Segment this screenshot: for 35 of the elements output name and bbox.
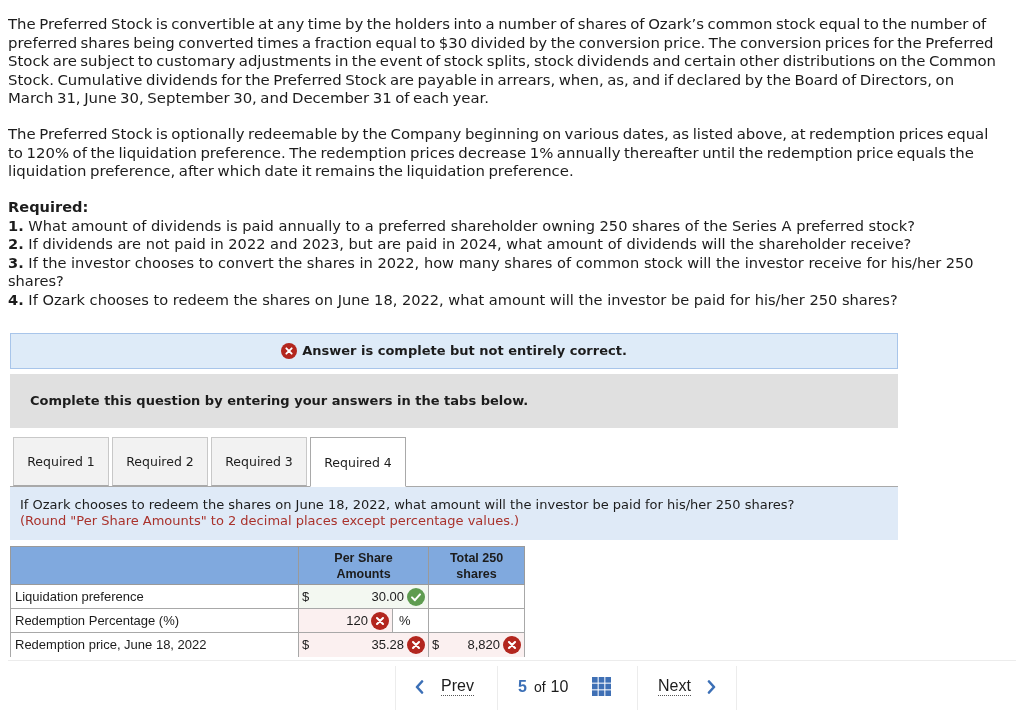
tab[interactable]: Required 3 (211, 437, 307, 486)
currency-symbol: $ (432, 637, 440, 653)
tab[interactable]: Required 2 (112, 437, 208, 486)
currency-symbol: $ (302, 637, 310, 653)
next-link[interactable]: Next (658, 677, 716, 696)
answer-field[interactable]: 35.28 (309, 637, 407, 653)
page-of-label: of (533, 678, 546, 695)
row-label: Redemption price, June 18, 2022 (10, 632, 299, 657)
chevron-right-icon (706, 679, 716, 694)
question-item: 2. If dividends are not paid in 2022 and 2023, but are paid in 2024, what amount of dividends will the shareholder receive? (8, 235, 913, 254)
grid-icon[interactable] (592, 677, 612, 696)
answer-field[interactable]: 30.00 (309, 589, 407, 604)
current-page: 5 (518, 677, 527, 696)
section-heading: Required: (8, 198, 90, 217)
question-item: 4. If Ozark chooses to redeem the shares on June 18, 2022, what amount will the investor be paid for his/her 250 shares? (8, 290, 899, 309)
tab[interactable]: Required 1 (13, 437, 109, 486)
row-label: Redemption Percentage (%) (10, 608, 299, 633)
row-label: Liquidation preference (10, 584, 299, 609)
question-item: 1. What amount of dividends is paid annually to a preferred shareholder owning 250 shares of the Series A preferred stock? (8, 216, 916, 235)
paragraph: The Preferred Stock is optionally redeemable by the Company beginning on various dates, as listed above, at redemption prices equal to 120% of the liquidation preference. The redemption prices decrease 1% annually thereafter until the redemption price equals the liquidation preference, after which date it remains the liquidation preference. (8, 125, 990, 181)
column-header: Per Share Amounts (298, 546, 429, 585)
page-total: 10 (550, 677, 569, 696)
currency-symbol: $ (302, 589, 310, 604)
feedback-message: Answer is complete but not entirely correct. (302, 343, 627, 359)
question-item: 3. If the investor chooses to convert the shares in 2022, how many shares of common stock will the investor receive for his/her 250 shares? (8, 253, 975, 291)
chevron-left-icon (415, 679, 424, 694)
answer-field[interactable]: 8,820 (439, 637, 503, 653)
prev-link[interactable]: Prev (415, 677, 474, 696)
instruction-text: Complete this question by entering your answers in the tabs below. (30, 393, 529, 409)
unit-label: % (398, 613, 411, 628)
tab[interactable]: Required 4 (310, 437, 406, 487)
column-header: Total 250 shares (428, 546, 525, 585)
paragraph: The Preferred Stock is convertible at any time by the holders into a number of shares of Ozark’s common stock equal to the number of preferred shares being converted times a fraction equal to $30 divided by the conversion price. The conversion prices for the Preferred Stock are subject to customary adjustments in the event of stock splits, stock dividends and certain other distributions on the Common Stock. Cumulative dividends for the Preferred Stock are payable in arrears, when, as, and if declared by the Board of Directors, on March 31, June 30, September 30, and December 31 of each year. (8, 15, 997, 108)
question-text: If Ozark chooses to redeem the shares on June 18, 2022, what amount will the investor be paid for his/her 250 shares? (20, 497, 796, 513)
rounding-note: (Round "Per Share Amounts" to 2 decimal places except percentage values.) (20, 513, 521, 529)
